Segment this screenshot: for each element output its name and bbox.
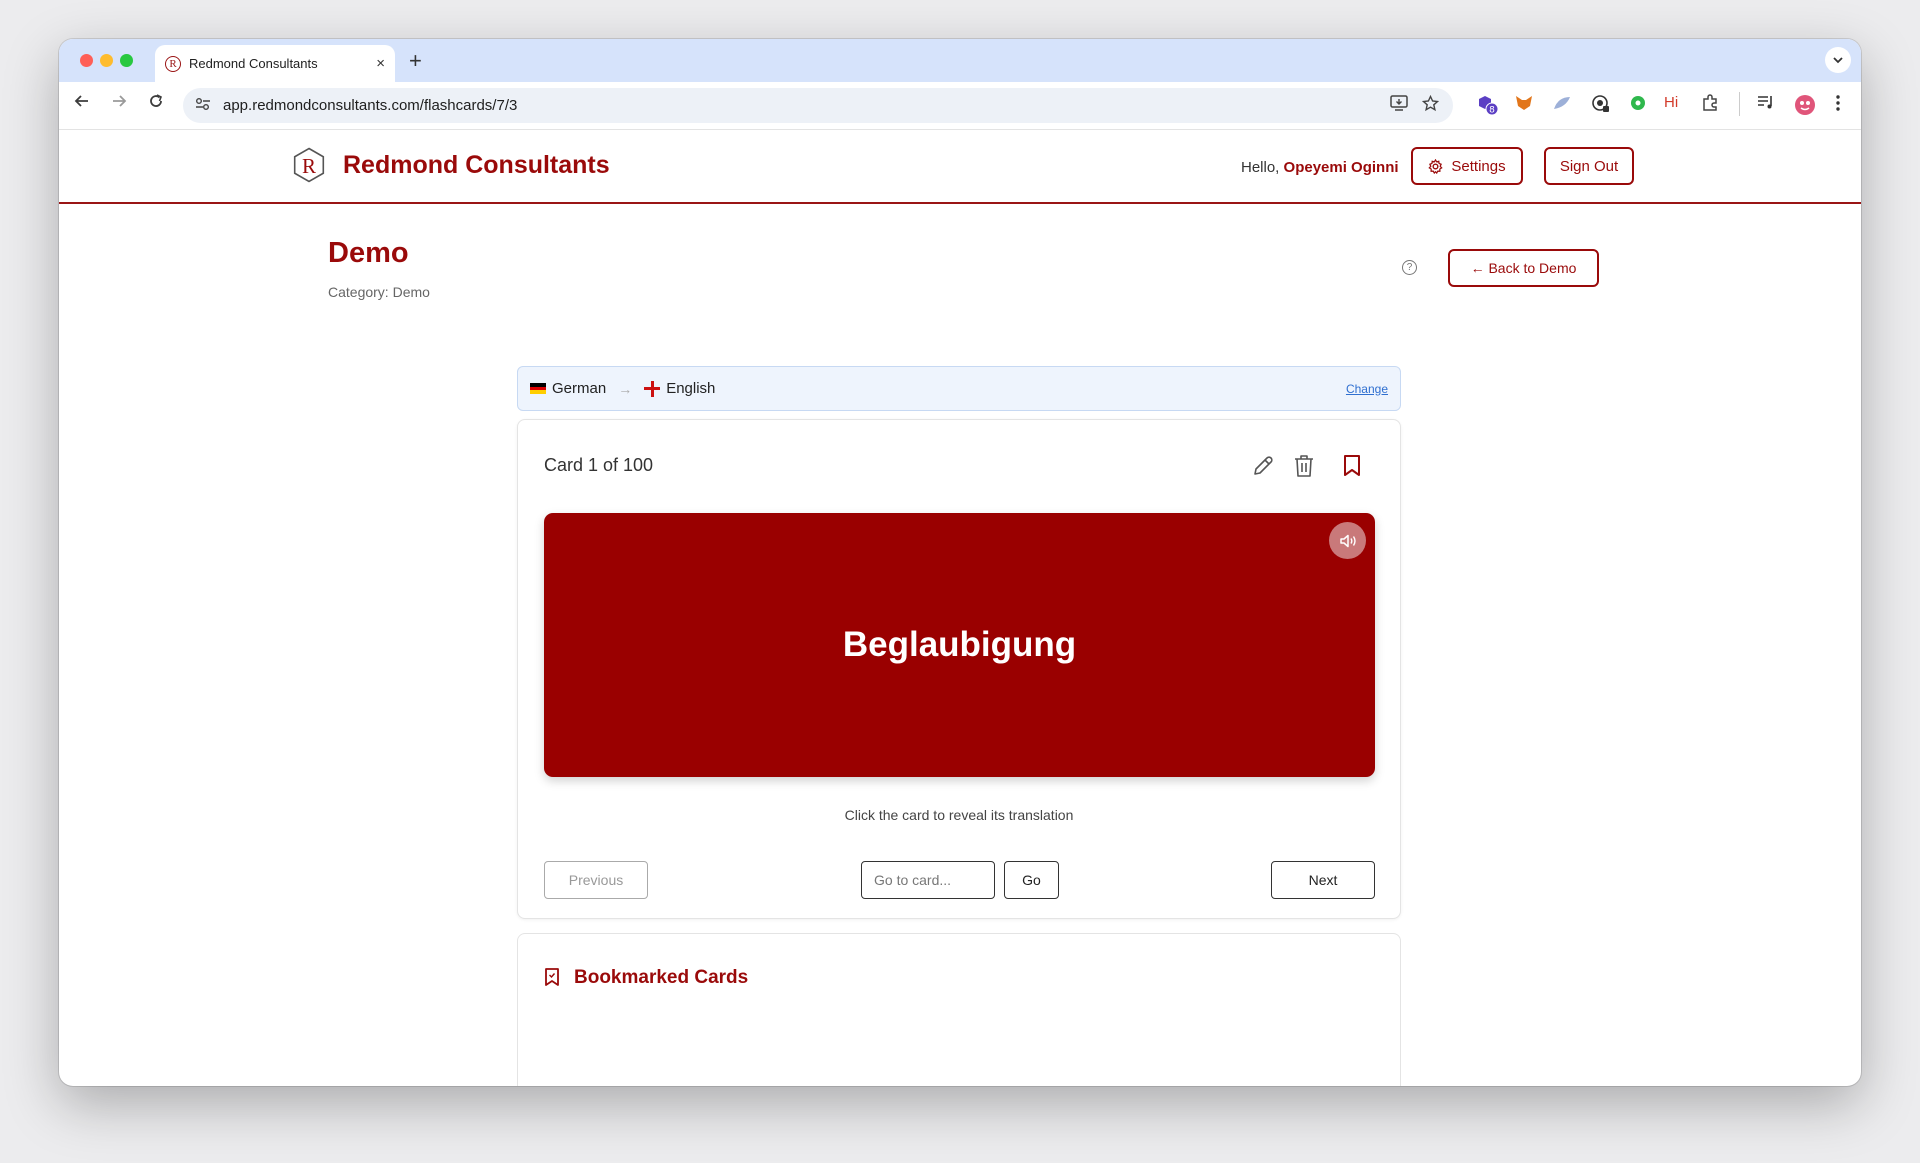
card-counter: Card 1 of 100 <box>544 455 654 475</box>
language-bar: German → English Change <box>517 366 1401 411</box>
password-extension-icon[interactable] <box>1591 94 1611 118</box>
speaker-audio-button[interactable] <box>1329 522 1366 559</box>
feather-extension-icon[interactable] <box>1552 94 1572 116</box>
browser-window: R Redmond Consultants × + app.redmondcon… <box>59 39 1861 1086</box>
hi-extension-icon[interactable]: Hi <box>1664 94 1678 111</box>
tab-close-icon[interactable]: × <box>376 55 385 72</box>
app-header: R Redmond Consultants Hello, Opeyemi Ogi… <box>59 130 1861 204</box>
puzzle-extensions-icon[interactable] <box>1701 94 1719 116</box>
brand-logo-icon[interactable]: R <box>291 147 327 183</box>
green-dot-extension-icon[interactable] <box>1629 94 1647 116</box>
arrow-right-icon: → <box>618 380 633 397</box>
toolbar-divider <box>1739 92 1740 116</box>
gear-icon <box>1428 158 1444 174</box>
minimize-window-button[interactable] <box>100 54 113 67</box>
address-bar[interactable]: app.redmondconsultants.com/flashcards/7/… <box>183 88 1453 123</box>
user-name: Opeyemi Oginni <box>1283 159 1399 176</box>
bookmarked-cards-panel: Bookmarked Cards <box>517 933 1401 1086</box>
back-arrow-icon[interactable] <box>73 92 91 116</box>
browser-tab-active[interactable]: R Redmond Consultants × <box>155 45 395 82</box>
install-app-icon[interactable] <box>1390 95 1408 116</box>
forward-arrow-icon[interactable] <box>110 92 128 116</box>
page-title: Demo <box>328 237 409 269</box>
profile-avatar-icon[interactable] <box>1794 94 1816 120</box>
target-language: English <box>666 380 716 397</box>
trash-delete-icon[interactable] <box>1293 454 1315 483</box>
flashcard[interactable]: Beglaubigung <box>544 513 1375 777</box>
speaker-icon <box>1339 534 1356 547</box>
chevron-down-icon <box>1833 57 1843 64</box>
tab-search-button[interactable] <box>1825 47 1851 73</box>
help-icon[interactable]: ? <box>1402 260 1417 275</box>
site-info-icon[interactable] <box>195 97 215 114</box>
go-button[interactable]: Go <box>1004 861 1059 899</box>
page-category: Category: Demo <box>328 284 430 300</box>
fox-extension-icon[interactable] <box>1514 94 1534 116</box>
maximize-window-button[interactable] <box>120 54 133 67</box>
star-icon[interactable] <box>1421 94 1440 117</box>
browser-toolbar: app.redmondconsultants.com/flashcards/7/… <box>59 82 1861 130</box>
media-queue-icon[interactable] <box>1757 94 1775 114</box>
pencil-edit-icon[interactable] <box>1251 454 1275 483</box>
tab-strip: R Redmond Consultants × + <box>59 39 1861 82</box>
user-greeting: Hello, Opeyemi Oginni <box>1241 159 1399 176</box>
back-to-demo-button[interactable]: ← Back to Demo <box>1448 249 1599 287</box>
extension-hexagon-icon[interactable]: 8 <box>1477 94 1499 120</box>
reload-icon[interactable] <box>147 92 165 116</box>
next-button[interactable]: Next <box>1271 861 1375 899</box>
sign-out-button[interactable]: Sign Out <box>1544 147 1634 185</box>
bookmark-icon[interactable] <box>1342 454 1362 483</box>
close-window-button[interactable] <box>80 54 93 67</box>
browser-menu-icon[interactable] <box>1835 94 1841 116</box>
german-flag-icon <box>530 383 546 395</box>
source-language: German <box>552 380 607 397</box>
logo-letter: R <box>302 154 316 178</box>
extension-badge-count: 8 <box>1489 106 1495 116</box>
go-to-card-input[interactable] <box>861 861 995 899</box>
previous-button[interactable]: Previous <box>544 861 648 899</box>
bookmark-section-icon <box>544 967 560 992</box>
flashcard-panel: Card 1 of 100 Beglaubigung Click the car… <box>517 419 1401 919</box>
bookmarked-cards-title: Bookmarked Cards <box>574 967 749 988</box>
new-tab-button[interactable]: + <box>409 48 422 74</box>
change-language-link[interactable]: Change <box>1346 382 1388 396</box>
english-flag-icon <box>644 380 661 397</box>
tab-title: Redmond Consultants <box>189 56 318 71</box>
greeting-text: Hello, <box>1241 159 1280 176</box>
url-text: app.redmondconsultants.com/flashcards/7/… <box>223 97 518 114</box>
settings-label: Settings <box>1451 157 1506 175</box>
reveal-hint: Click the card to reveal its translation <box>844 807 1074 823</box>
favicon-icon: R <box>165 55 181 72</box>
brand-name[interactable]: Redmond Consultants <box>343 151 610 180</box>
settings-button[interactable]: Settings <box>1411 147 1523 185</box>
flashcard-word: Beglaubigung <box>842 625 1077 664</box>
